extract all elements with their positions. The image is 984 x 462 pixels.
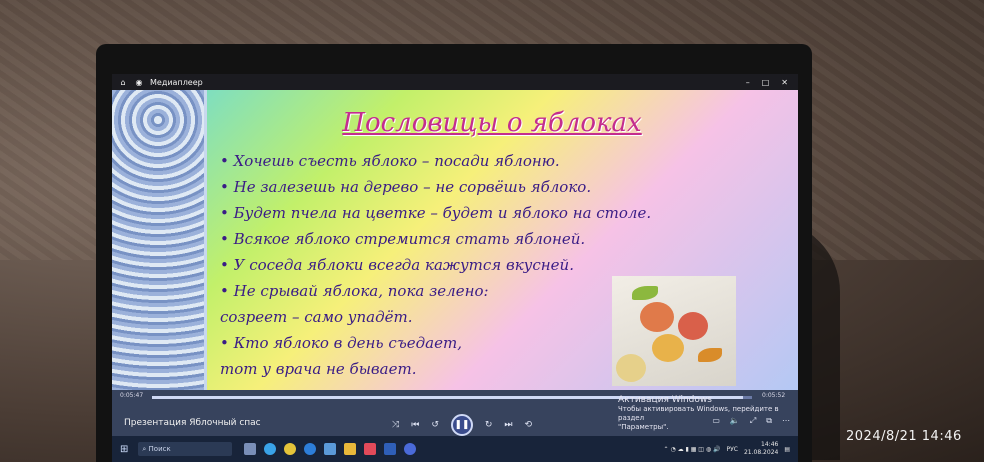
rewind-icon[interactable]: ↺ — [431, 420, 439, 430]
apples-image — [612, 276, 736, 386]
clock-time: 14:46 — [761, 441, 779, 448]
list-item: • Не срывай яблока, пока зелено: — [220, 282, 489, 300]
list-item: • У соседа яблоки всегда кажутся вкусней… — [220, 256, 574, 274]
taskbar: ⊞ ⌕ Поиск ⌃ ◔ ☁ ▮ ▦ ◫ ◍ 🔊 РУС 14:46 21.0… — [112, 436, 798, 462]
app-icon[interactable] — [364, 443, 377, 455]
home-icon[interactable]: ⌂ — [118, 78, 128, 87]
minimize-icon[interactable]: – — [746, 78, 750, 87]
repeat-icon[interactable]: ⟲ — [525, 420, 533, 430]
list-item: созреет – само упадёт. — [220, 308, 413, 326]
presentation-slide: Пословицы о яблоках • Хочешь съесть ябло… — [112, 90, 798, 390]
slide-title: Пословицы о яблоках — [342, 108, 642, 138]
activation-watermark: Активация Windows Чтобы активировать Win… — [618, 396, 798, 432]
slide-ornament — [112, 90, 207, 390]
cast-icon[interactable]: ▭ — [712, 416, 720, 426]
clock-date: 21.08.2024 — [743, 449, 779, 456]
list-item: • Всякое яблоко стремится стать яблоней. — [220, 230, 586, 248]
more-icon[interactable]: ⋯ — [782, 416, 790, 426]
pause-button[interactable]: ❚❚ — [450, 414, 473, 436]
photo-timestamp: 2024/8/21 14:46 — [846, 429, 962, 444]
search-input[interactable]: ⌕ Поиск — [138, 442, 233, 456]
system-tray: ⌃ ◔ ☁ ▮ ▦ ◫ ◍ 🔊 РУС 14:46 21.08.2024 ▤ — [664, 441, 790, 457]
list-item: • Не залезешь на дерево – не сорвёшь ябл… — [220, 178, 592, 196]
taskbar-apps — [244, 443, 417, 455]
task-view-icon[interactable] — [244, 443, 257, 455]
leaf-shape — [632, 286, 658, 300]
playback-buttons: ⤨ ⏮ ↺ ❚❚ ↻ ⏭ ⟲ — [392, 414, 532, 436]
fullscreen-icon[interactable]: ⤢ — [750, 416, 756, 426]
list-item: • Хочешь съесть яблоко – посади яблоню. — [220, 152, 560, 170]
player-right-buttons: ▭ 🔈 ⤢ ⧉ ⋯ — [712, 416, 790, 426]
media-player-icon[interactable] — [404, 443, 417, 455]
miniplayer-icon[interactable]: ⧉ — [766, 416, 772, 426]
language-indicator[interactable]: РУС — [727, 446, 738, 453]
window-titlebar: ⌂ ◉ Медиаплеер – □ ✕ — [112, 74, 798, 90]
shuffle-icon[interactable]: ⤨ — [392, 420, 399, 430]
volume-icon[interactable]: 🔈 — [730, 416, 740, 426]
maximize-icon[interactable]: □ — [762, 78, 770, 87]
clock[interactable]: 14:46 21.08.2024 — [744, 441, 778, 457]
apple-shape — [678, 312, 708, 340]
forward-icon[interactable]: ↻ — [485, 420, 493, 430]
next-icon[interactable]: ⏭ — [504, 420, 512, 430]
chrome-icon[interactable] — [284, 443, 297, 455]
list-item: тот у врача не бывает. — [220, 360, 417, 378]
tray-icons[interactable]: ⌃ ◔ ☁ ▮ ▦ ◫ ◍ 🔊 — [664, 446, 721, 453]
close-icon[interactable]: ✕ — [781, 78, 788, 87]
player-controls: 0:05:47 0:05:52 Активация Windows Чтобы … — [112, 390, 798, 436]
notification-icon[interactable]: ▤ — [784, 446, 790, 453]
proverb-list: • Хочешь съесть яблоко – посади яблоню. … — [220, 148, 651, 382]
apple-shape — [652, 334, 684, 362]
apple-shape — [616, 354, 646, 382]
window-controls: – □ ✕ — [746, 78, 788, 87]
elapsed-time: 0:05:47 — [120, 392, 144, 399]
previous-icon[interactable]: ⏮ — [411, 420, 419, 430]
media-title: Презентация Яблочный спас — [124, 418, 261, 428]
app-icon[interactable] — [264, 443, 277, 455]
list-item: • Будет пчела на цветке – будет и яблоко… — [220, 204, 652, 222]
media-player-icon: ◉ — [135, 77, 143, 87]
search-placeholder: Поиск — [148, 445, 171, 453]
laptop-screen: ⌂ ◉ Медиаплеер – □ ✕ Пословицы о яблоках… — [112, 74, 798, 462]
windows-start-icon[interactable]: ⊞ — [120, 444, 128, 455]
list-item: • Кто яблоко в день съедает, — [220, 334, 462, 352]
explorer-icon[interactable] — [344, 443, 357, 455]
apple-shape — [640, 302, 674, 332]
activation-heading: Активация Windows — [618, 395, 712, 405]
word-icon[interactable] — [384, 443, 397, 455]
window-title: Медиаплеер — [150, 77, 203, 87]
edge-icon[interactable] — [304, 443, 317, 455]
store-icon[interactable] — [324, 443, 337, 455]
leaf-shape — [698, 348, 722, 362]
